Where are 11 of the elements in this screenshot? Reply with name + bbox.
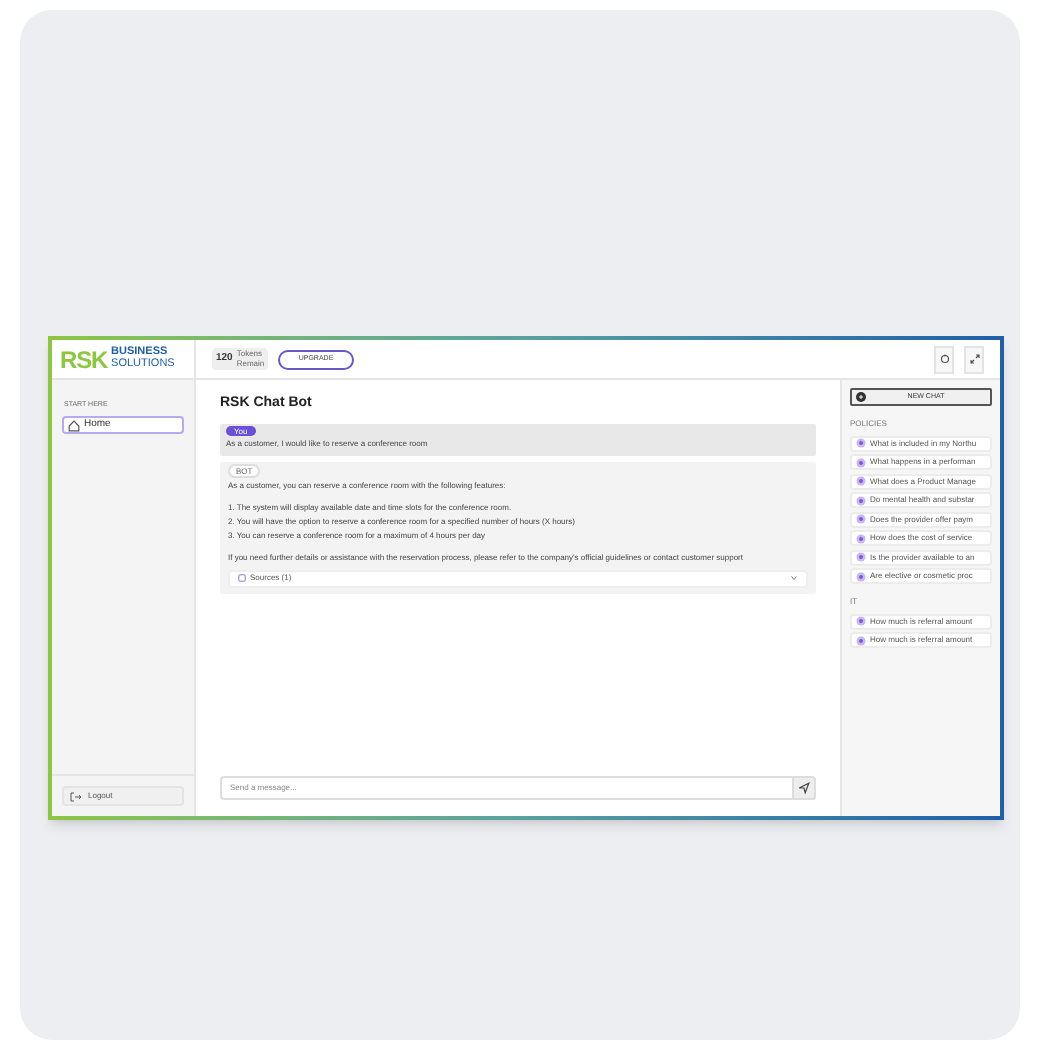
theme-button[interactable]: [934, 345, 954, 373]
plus-icon: [856, 392, 866, 402]
send-icon: [798, 782, 810, 794]
logout-icon: [70, 791, 82, 801]
expand-button[interactable]: [964, 345, 984, 373]
chevron-icon: [790, 574, 798, 582]
sources-icon: [238, 574, 246, 582]
expand-icon: [969, 354, 979, 364]
logo-mark: RSK: [60, 347, 108, 371]
send-button[interactable]: [792, 776, 816, 800]
home-icon: [68, 419, 80, 432]
